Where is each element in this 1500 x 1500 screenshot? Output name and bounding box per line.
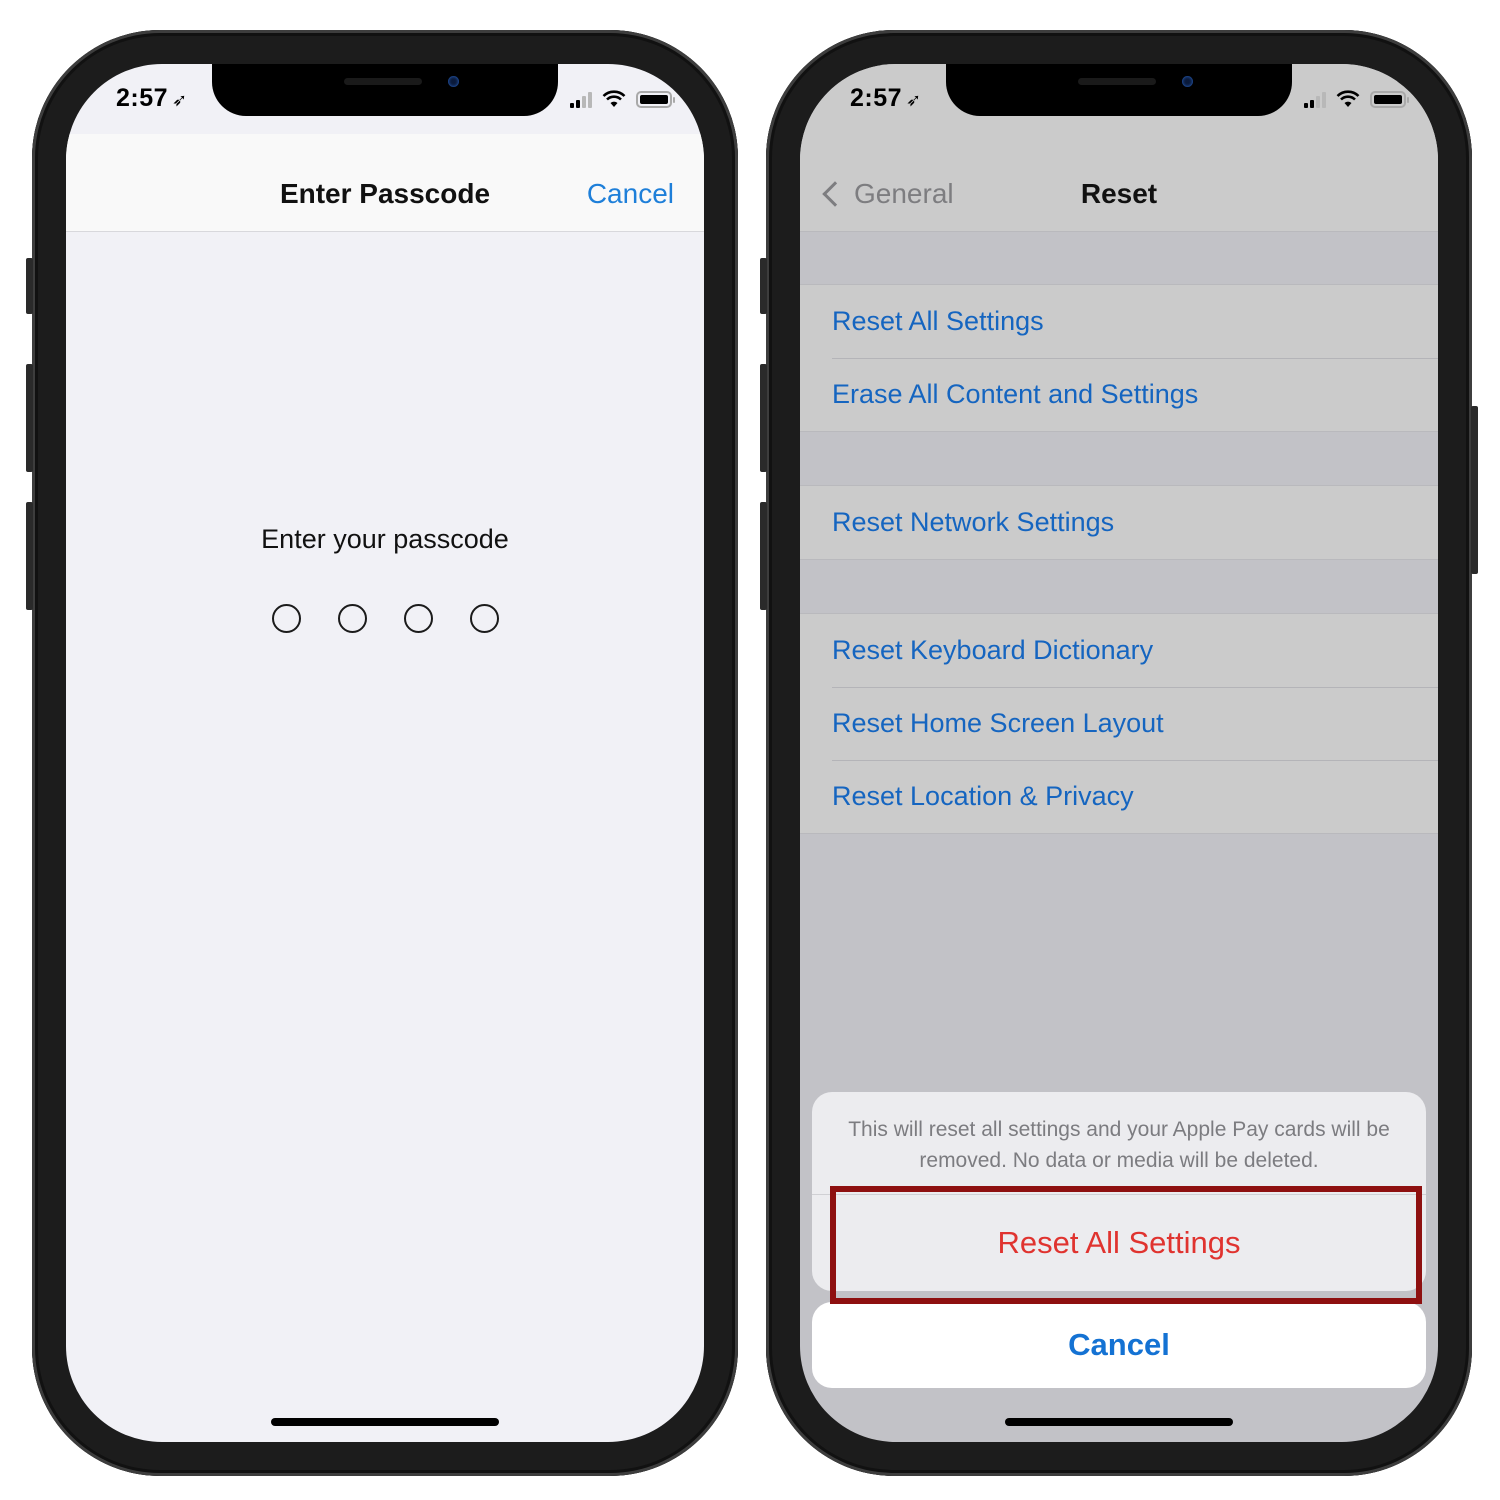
passcode-dot xyxy=(403,604,433,633)
passcode-prompt: Enter your passcode xyxy=(261,524,509,554)
erase-all-content-item[interactable]: Erase All Content and Settings xyxy=(800,358,1438,431)
volume-up-button xyxy=(26,364,33,472)
battery-icon xyxy=(636,91,675,108)
cellular-signal-icon xyxy=(570,92,592,108)
left-phone-frame: 2:57 ➶ Enter Passcode Cancel Enter your p… xyxy=(26,30,738,1476)
navigation-bar: General Reset xyxy=(800,134,1438,232)
action-sheet: This will reset all settings and your Ap… xyxy=(812,1092,1426,1291)
wifi-icon xyxy=(602,90,626,107)
volume-down-button xyxy=(760,502,767,610)
action-sheet-message: This will reset all settings and your Ap… xyxy=(812,1092,1426,1195)
reset-all-settings-item[interactable]: Reset All Settings xyxy=(800,285,1438,358)
reset-screen: 2:57 ➶ General Reset Reset All Settings E… xyxy=(800,64,1438,1442)
reset-location-privacy-item[interactable]: Reset Location & Privacy xyxy=(800,760,1438,833)
status-time: 2:57 ➶ xyxy=(850,84,922,112)
notch xyxy=(212,64,558,116)
front-camera xyxy=(448,76,459,87)
volume-down-button xyxy=(26,502,33,610)
location-arrow-icon: ➶ xyxy=(172,90,188,110)
location-arrow-icon: ➶ xyxy=(906,90,922,110)
front-camera xyxy=(1182,76,1193,87)
home-indicator[interactable] xyxy=(271,1418,499,1426)
silent-switch xyxy=(760,258,767,314)
passcode-dot xyxy=(271,604,301,633)
settings-group-2: Reset Network Settings xyxy=(800,485,1438,560)
reset-network-settings-item[interactable]: Reset Network Settings xyxy=(800,486,1438,559)
reset-keyboard-dictionary-item[interactable]: Reset Keyboard Dictionary xyxy=(800,614,1438,687)
notch xyxy=(946,64,1292,116)
home-indicator[interactable] xyxy=(1005,1418,1233,1426)
action-sheet-cancel-button[interactable]: Cancel xyxy=(812,1302,1426,1388)
passcode-dot xyxy=(469,604,499,633)
confirm-reset-all-settings-button[interactable]: Reset All Settings xyxy=(812,1195,1426,1291)
cellular-signal-icon xyxy=(1304,92,1326,108)
status-time: 2:57 ➶ xyxy=(116,84,188,112)
passcode-dots xyxy=(66,604,704,633)
right-phone-frame: 2:57 ➶ General Reset Reset All Settings E… xyxy=(760,30,1478,1476)
cancel-button[interactable]: Cancel xyxy=(587,178,674,210)
silent-switch xyxy=(26,258,33,314)
battery-icon xyxy=(1370,91,1409,108)
wifi-icon xyxy=(1336,90,1360,107)
volume-up-button xyxy=(760,364,767,472)
navigation-bar: Enter Passcode Cancel xyxy=(66,134,704,232)
settings-group-3: Reset Keyboard Dictionary Reset Home Scr… xyxy=(800,613,1438,834)
passcode-screen: 2:57 ➶ Enter Passcode Cancel Enter your p… xyxy=(66,64,704,1442)
page-title: Reset xyxy=(1080,178,1158,209)
reset-home-screen-layout-item[interactable]: Reset Home Screen Layout xyxy=(800,687,1438,760)
passcode-dot xyxy=(337,604,367,633)
side-button xyxy=(1471,406,1478,574)
settings-group-1: Reset All Settings Erase All Content and… xyxy=(800,284,1438,432)
